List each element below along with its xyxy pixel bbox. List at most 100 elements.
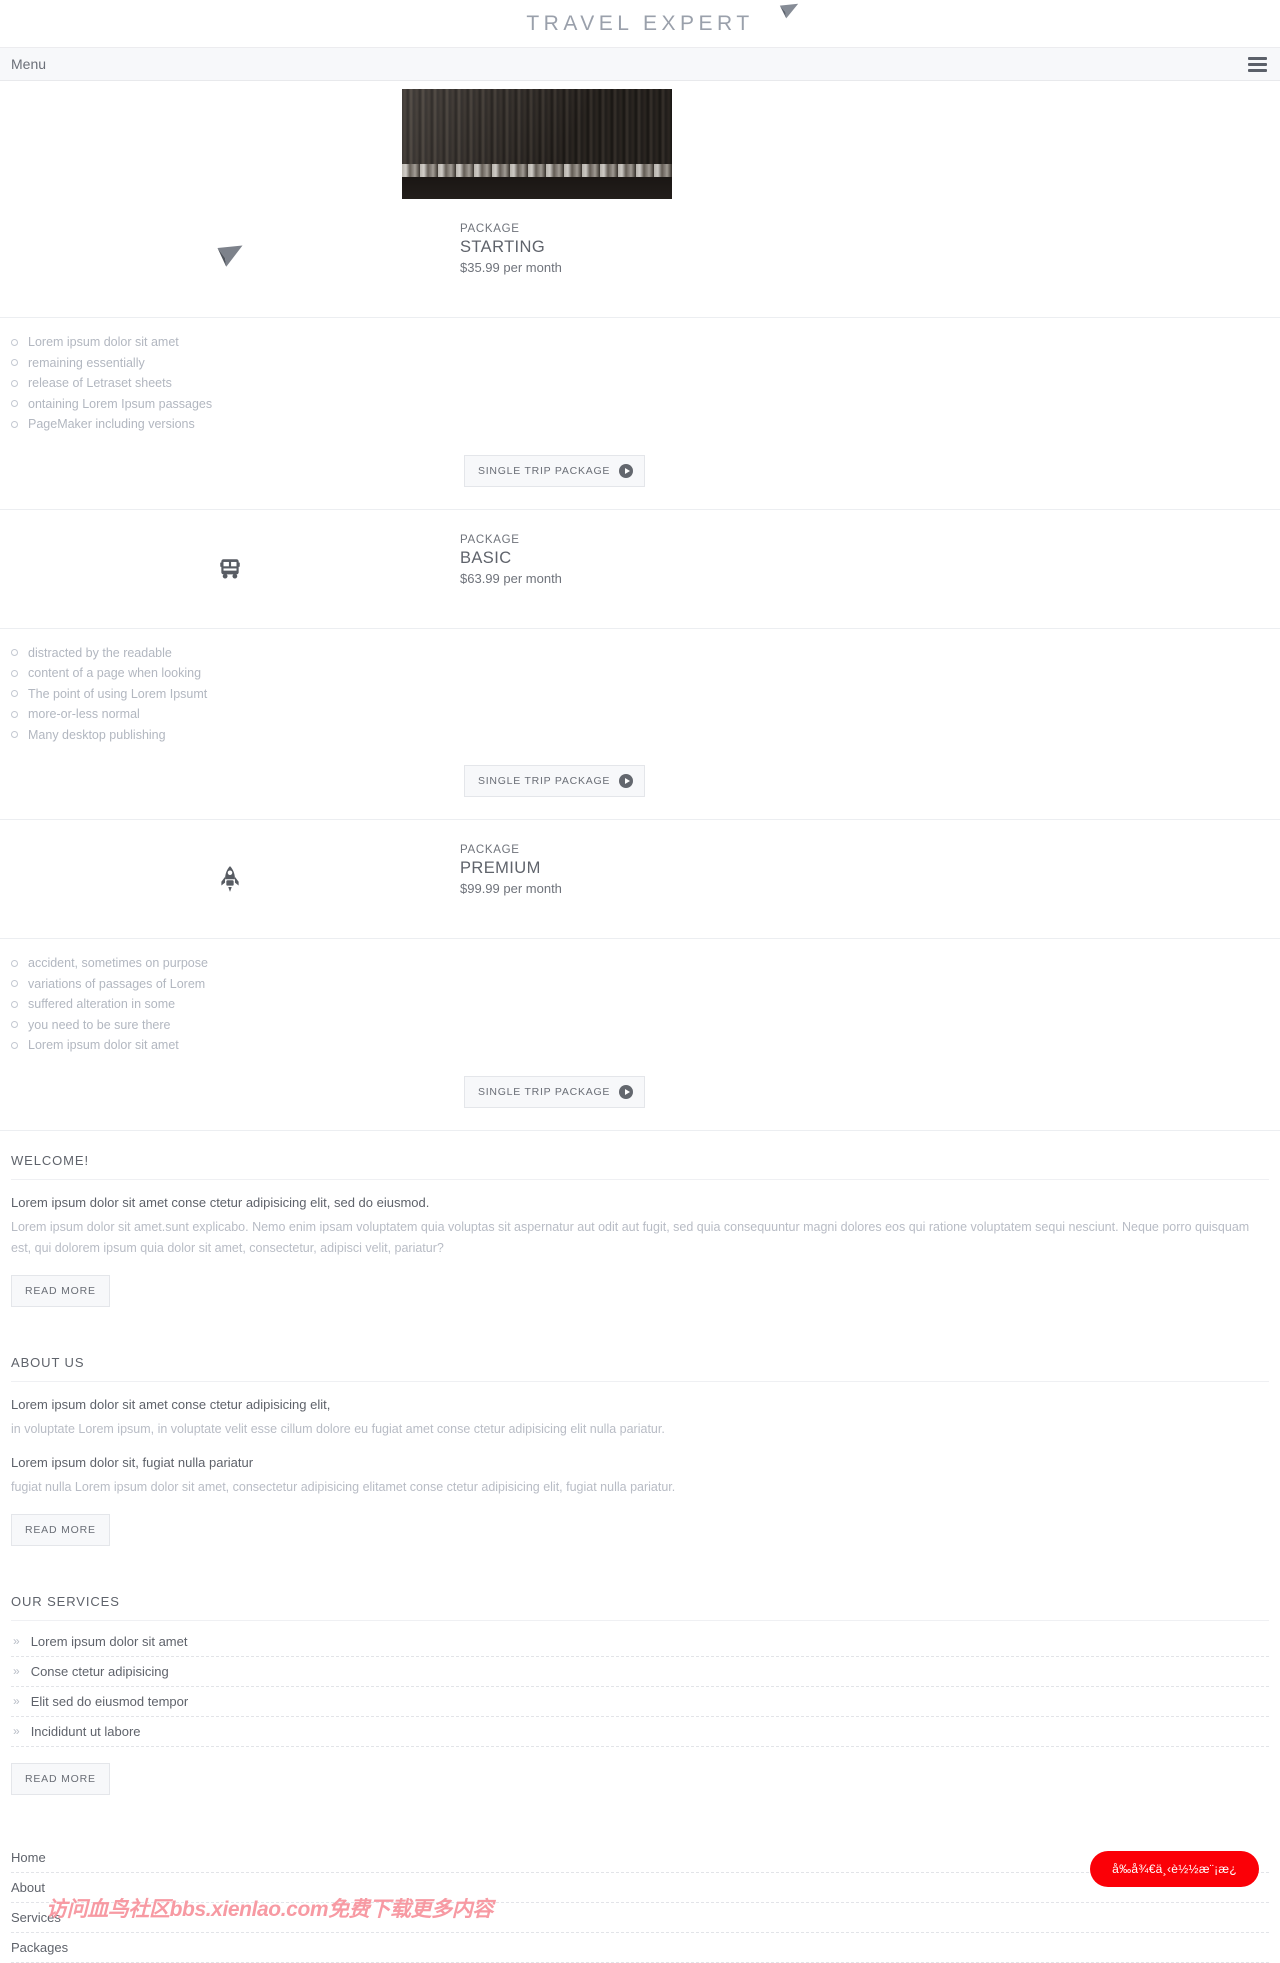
package-card-basic: PACKAGE BASIC $63.99 per month distracte… <box>0 510 1280 820</box>
ring-bullet-icon <box>11 649 18 657</box>
welcome-lead: Lorem ipsum dolor sit amet conse ctetur … <box>11 1194 430 1210</box>
welcome-body: Lorem ipsum dolor sit amet.sunt explicab… <box>11 1219 1250 1255</box>
brand-header: TRAVEL EXPERT <box>0 0 1280 47</box>
package-card-premium: PACKAGE PREMIUM $99.99 per month acciden… <box>0 820 1280 1131</box>
ring-bullet-icon <box>11 379 18 387</box>
feature-label: variations of passages of Lorem <box>28 976 206 991</box>
package-feature-list: Lorem ipsum dolor sit amet remaining ess… <box>0 318 1280 435</box>
list-item[interactable]: » Incididunt ut labore <box>11 1717 1269 1747</box>
package-name: STARTING <box>460 238 546 256</box>
list-item: accident, sometimes on purpose <box>11 953 1280 974</box>
service-label: Conse ctetur adipisicing <box>30 1663 169 1679</box>
page-title: WELCOME! <box>11 1153 1269 1180</box>
footer-link-about[interactable]: About <box>11 1873 1269 1903</box>
single-trip-package-button[interactable]: SINGLE TRIP PACKAGE <box>464 454 646 487</box>
list-item: more-or-less normal <box>11 704 1280 725</box>
feature-label: remaining essentially <box>28 355 145 370</box>
hero-image-wrap <box>0 81 1280 199</box>
brand-logo-text: TRAVEL EXPERT <box>526 11 754 35</box>
package-kicker: PACKAGE <box>460 533 520 546</box>
list-item[interactable]: » Conse ctetur adipisicing <box>11 1657 1269 1687</box>
footer-nav: Home About Services Packages <box>0 1821 1280 1963</box>
ring-bullet-icon <box>11 690 18 698</box>
ring-bullet-icon <box>11 1041 18 1049</box>
button-label: SINGLE TRIP PACKAGE <box>478 464 611 477</box>
paper-plane-icon <box>217 245 243 267</box>
package-header: PACKAGE PREMIUM $99.99 per month <box>0 820 1280 939</box>
feature-label: suffered alteration in some <box>28 997 176 1011</box>
play-icon <box>619 463 634 478</box>
welcome-section: WELCOME! Lorem ipsum dolor sit amet cons… <box>0 1131 1280 1307</box>
list-item: suffered alteration in some <box>11 994 1280 1015</box>
hero-photo <box>402 89 672 199</box>
package-info: PACKAGE STARTING $35.99 per month <box>460 199 1280 278</box>
hamburger-menu-icon[interactable] <box>1246 55 1269 74</box>
services-list: » Lorem ipsum dolor sit amet » Conse ctetu… <box>11 1621 1269 1747</box>
services-section: OUR SERVICES » Lorem ipsum dolor sit amet… <box>0 1572 1280 1795</box>
footer-link-packages[interactable]: Packages <box>11 1933 1269 1963</box>
feature-label: you need to be sure there <box>28 1017 171 1032</box>
read-more-button[interactable]: READ MORE <box>11 1762 110 1795</box>
single-trip-package-button[interactable]: SINGLE TRIP PACKAGE <box>464 765 646 797</box>
list-item: Lorem ipsum dolor sit amet <box>11 1035 1280 1056</box>
package-price: $35.99 per month <box>460 260 562 275</box>
ring-bullet-icon <box>11 710 18 718</box>
list-item: you need to be sure there <box>11 1015 1280 1036</box>
list-item: distracted by the readable <box>11 643 1280 664</box>
single-trip-package-button[interactable]: SINGLE TRIP PACKAGE <box>464 1075 646 1108</box>
package-cta-row: SINGLE TRIP PACKAGE <box>0 1056 1280 1130</box>
feature-label: Many desktop publishing <box>28 727 166 742</box>
package-icon-col <box>0 199 460 317</box>
footer-link-list: Home About Services Packages <box>11 1843 1269 1963</box>
paper-plane-icon <box>780 3 799 18</box>
read-more-button[interactable]: READ MORE <box>11 1274 110 1307</box>
about-body-2: fugiat nulla Lorem ipsum dolor sit amet,… <box>11 1479 676 1494</box>
double-chevron-right-icon: » <box>13 1724 20 1738</box>
package-info: PACKAGE PREMIUM $99.99 per month <box>460 820 1280 899</box>
read-more-button[interactable]: READ MORE <box>11 1513 110 1546</box>
hamburger-bar-2 <box>1248 62 1267 66</box>
footer-link-services[interactable]: Services <box>11 1903 1269 1933</box>
ring-bullet-icon <box>11 1021 18 1029</box>
floating-download-badge[interactable]: å‰å¾€ä¸‹è½½æ¨¡æ¿ <box>1090 1850 1259 1887</box>
double-chevron-right-icon: » <box>13 1694 20 1708</box>
double-chevron-right-icon: » <box>13 1664 20 1678</box>
feature-label: content of a page when looking <box>28 666 202 680</box>
list-item: remaining essentially <box>11 353 1280 374</box>
package-info: PACKAGE BASIC $63.99 per month <box>460 510 1280 589</box>
package-icon-col <box>0 820 460 938</box>
about-body-1: in voluptate Lorem ipsum, in voluptate v… <box>11 1421 665 1436</box>
hamburger-bar-3 <box>1248 68 1267 72</box>
ring-bullet-icon <box>11 959 18 967</box>
package-cta-row: SINGLE TRIP PACKAGE <box>0 745 1280 819</box>
feature-label: The point of using Lorem Ipsumt <box>28 686 208 701</box>
package-card-starting: PACKAGE STARTING $35.99 per month Lorem … <box>0 199 1280 510</box>
feature-label: Lorem ipsum dolor sit amet <box>28 1038 179 1052</box>
ring-bullet-icon <box>11 980 18 988</box>
play-icon <box>619 1084 634 1099</box>
double-chevron-right-icon: » <box>13 1634 20 1648</box>
service-label: Lorem ipsum dolor sit amet <box>30 1633 188 1649</box>
package-name: PREMIUM <box>460 859 541 877</box>
list-item[interactable]: » Elit sed do eiusmod tempor <box>11 1687 1269 1717</box>
feature-label: ontaining Lorem Ipsum passages <box>28 396 213 411</box>
button-label: SINGLE TRIP PACKAGE <box>478 1085 611 1098</box>
button-label: SINGLE TRIP PACKAGE <box>478 775 611 787</box>
list-item: The point of using Lorem Ipsumt <box>11 684 1280 705</box>
about-title: ABOUT US <box>11 1355 1269 1382</box>
feature-label: more-or-less normal <box>28 707 140 721</box>
footer-link-home[interactable]: Home <box>11 1843 1269 1873</box>
menu-label[interactable]: Menu <box>11 56 46 72</box>
menu-bar: Menu <box>0 47 1280 81</box>
about-lead-2: Lorem ipsum dolor sit, fugiat nulla pari… <box>11 1454 254 1470</box>
rocket-icon <box>221 866 239 892</box>
service-label: Elit sed do eiusmod tempor <box>30 1693 189 1709</box>
list-item: Lorem ipsum dolor sit amet <box>11 332 1280 353</box>
feature-label: Lorem ipsum dolor sit amet <box>28 335 179 349</box>
list-item[interactable]: » Lorem ipsum dolor sit amet <box>11 1627 1269 1657</box>
about-section: ABOUT US Lorem ipsum dolor sit amet cons… <box>0 1333 1280 1546</box>
about-lead-1: Lorem ipsum dolor sit amet conse ctetur … <box>11 1396 331 1412</box>
